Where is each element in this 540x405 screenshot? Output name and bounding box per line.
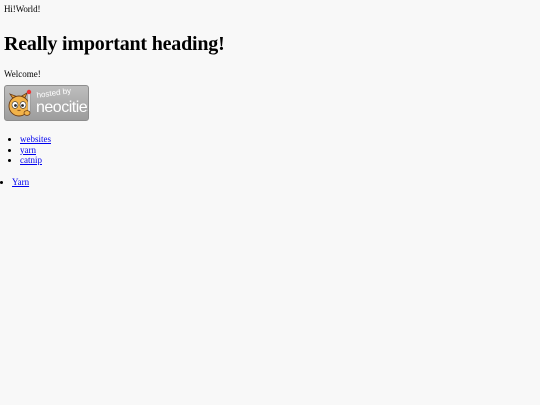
- welcome-text: Welcome!: [4, 69, 41, 79]
- link-websites[interactable]: websites: [20, 134, 51, 144]
- top-text: Hi!World!: [4, 4, 41, 14]
- hosted-by-neocities-badge[interactable]: hosted by neocities: [4, 85, 89, 121]
- link-yarn-secondary[interactable]: Yarn: [12, 177, 29, 187]
- list-item: catnip: [20, 155, 536, 166]
- page: Hi!World! Really important heading! Welc…: [0, 0, 540, 405]
- list-item: websites: [20, 134, 536, 145]
- list-item: yarn: [20, 145, 536, 156]
- badge-hosted-label: hosted by: [36, 86, 72, 100]
- link-list: websites yarn catnip: [4, 134, 536, 166]
- neocities-cat-logo-icon: [8, 89, 32, 117]
- secondary-link-list: Yarn: [4, 177, 536, 188]
- link-yarn[interactable]: yarn: [20, 145, 36, 155]
- badge-brand-label: neocities: [36, 99, 89, 116]
- page-heading: Really important heading!: [4, 33, 225, 55]
- link-catnip[interactable]: catnip: [20, 155, 42, 165]
- list-item: Yarn: [12, 177, 536, 188]
